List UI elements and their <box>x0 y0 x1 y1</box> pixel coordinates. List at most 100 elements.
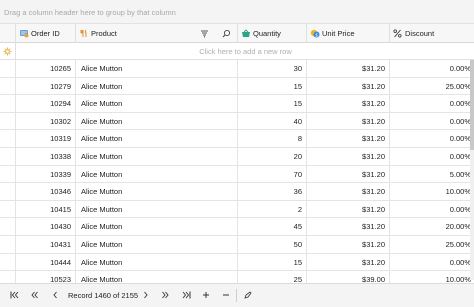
cell-order-id[interactable]: 10444 <box>16 253 76 272</box>
cell-product[interactable]: Alice Mutton <box>76 112 238 131</box>
previous-record-button[interactable] <box>49 288 61 302</box>
cell-discount[interactable]: 0.00% <box>390 130 474 148</box>
cell-discount[interactable]: 0.00% <box>390 113 474 131</box>
cell-product[interactable]: Alice Mutton <box>76 165 238 184</box>
table-row[interactable]: 10431 Alice Mutton 50 $31.20 25.00% <box>0 235 474 254</box>
cell-unit-price[interactable]: $31.20 <box>307 77 390 96</box>
table-row[interactable]: 10430 Alice Mutton 45 $31.20 20.00% <box>0 218 474 236</box>
cell-product[interactable]: Alice Mutton <box>76 253 238 272</box>
cell-quantity[interactable]: 2 <box>238 200 307 219</box>
cell-product[interactable]: Alice Mutton <box>76 77 238 96</box>
table-row[interactable]: 10279 Alice Mutton 15 $31.20 25.00% <box>0 77 474 96</box>
edit-record-button[interactable] <box>242 288 254 302</box>
row-indicator[interactable] <box>0 235 16 254</box>
column-filter-icon[interactable] <box>200 29 209 40</box>
table-row[interactable]: 10265 Alice Mutton 30 $31.20 0.00% <box>0 60 474 78</box>
cell-product[interactable]: Alice Mutton <box>76 130 238 148</box>
cell-order-id[interactable]: 10431 <box>16 235 76 254</box>
cell-discount[interactable]: 0.00% <box>390 148 474 166</box>
row-indicator[interactable] <box>0 77 16 96</box>
cell-product[interactable]: Alice Mutton <box>76 200 238 219</box>
cell-unit-price[interactable]: $31.20 <box>307 60 390 78</box>
cell-unit-price[interactable]: $31.20 <box>307 253 390 272</box>
cell-order-id[interactable]: 10302 <box>16 112 76 131</box>
cell-quantity[interactable]: 20 <box>238 147 307 166</box>
scrollbar-thumb[interactable] <box>470 60 474 150</box>
cell-quantity[interactable]: 40 <box>238 112 307 131</box>
cell-order-id[interactable]: 10279 <box>16 77 76 96</box>
cell-discount[interactable]: 10.00% <box>390 183 474 201</box>
cell-quantity[interactable]: 15 <box>238 95 307 113</box>
table-row[interactable]: 10338 Alice Mutton 20 $31.20 0.00% <box>0 147 474 166</box>
cell-order-id[interactable]: 10346 <box>16 183 76 201</box>
cell-order-id[interactable]: 10338 <box>16 147 76 166</box>
cell-order-id[interactable]: 10265 <box>16 60 76 78</box>
last-record-button[interactable] <box>180 288 192 302</box>
cell-unit-price[interactable]: $31.20 <box>307 147 390 166</box>
cell-discount[interactable]: 0.00% <box>390 60 474 78</box>
cell-discount[interactable]: 0.00% <box>390 254 474 272</box>
row-indicator[interactable] <box>0 253 16 272</box>
cell-quantity[interactable]: 70 <box>238 165 307 184</box>
table-row[interactable]: 10415 Alice Mutton 2 $31.20 0.00% <box>0 200 474 219</box>
cell-discount[interactable]: 5.00% <box>390 166 474 184</box>
column-header-product[interactable]: Product <box>76 24 238 43</box>
cell-unit-price[interactable]: $31.20 <box>307 235 390 254</box>
next-page-button[interactable] <box>159 288 171 302</box>
cell-product[interactable]: Alice Mutton <box>76 95 238 113</box>
search-icon[interactable] <box>222 29 231 40</box>
next-record-button[interactable] <box>140 288 152 302</box>
cell-unit-price[interactable]: $31.20 <box>307 218 390 236</box>
column-header-discount[interactable]: Discount <box>390 24 474 43</box>
cell-order-id[interactable]: 10415 <box>16 200 76 219</box>
cell-discount[interactable]: 0.00% <box>390 201 474 219</box>
cell-quantity[interactable]: 30 <box>238 60 307 78</box>
row-indicator[interactable] <box>0 165 16 184</box>
delete-record-button[interactable] <box>220 288 232 302</box>
new-row[interactable]: Click here to add a new row <box>0 43 474 60</box>
cell-discount[interactable]: 25.00% <box>390 78 474 96</box>
cell-quantity[interactable]: 50 <box>238 235 307 254</box>
row-indicator[interactable] <box>0 112 16 131</box>
table-row[interactable]: 10294 Alice Mutton 15 $31.20 0.00% <box>0 95 474 113</box>
table-row[interactable]: 10339 Alice Mutton 70 $31.20 5.00% <box>0 165 474 184</box>
row-indicator[interactable] <box>0 147 16 166</box>
cell-discount[interactable]: 25.00% <box>390 236 474 254</box>
table-row[interactable]: 10319 Alice Mutton 8 $31.20 0.00% <box>0 130 474 148</box>
cell-discount[interactable]: 0.00% <box>390 95 474 113</box>
row-indicator[interactable] <box>0 60 16 78</box>
vertical-scrollbar[interactable] <box>470 60 474 280</box>
row-indicator[interactable] <box>0 200 16 219</box>
cell-product[interactable]: Alice Mutton <box>76 60 238 78</box>
cell-unit-price[interactable]: $31.20 <box>307 165 390 184</box>
cell-unit-price[interactable]: $31.20 <box>307 183 390 201</box>
row-indicator[interactable] <box>0 130 16 148</box>
row-indicator[interactable] <box>0 218 16 236</box>
add-record-button[interactable] <box>200 288 212 302</box>
cell-order-id[interactable]: 10339 <box>16 165 76 184</box>
cell-quantity[interactable]: 36 <box>238 183 307 201</box>
cell-order-id[interactable]: 10319 <box>16 130 76 148</box>
group-panel[interactable]: Drag a column header here to group by th… <box>0 0 474 24</box>
cell-unit-price[interactable]: $31.20 <box>307 112 390 131</box>
first-record-button[interactable] <box>8 288 20 302</box>
column-header-unit-price[interactable]: $ Unit Price <box>307 24 390 43</box>
row-indicator[interactable] <box>0 95 16 113</box>
column-header-order-id[interactable]: Order ID <box>16 24 76 43</box>
table-row[interactable]: 10444 Alice Mutton 15 $31.20 0.00% <box>0 253 474 272</box>
cell-unit-price[interactable]: $31.20 <box>307 95 390 113</box>
cell-order-id[interactable]: 10294 <box>16 95 76 113</box>
column-header-quantity[interactable]: Quantity <box>238 24 307 43</box>
cell-unit-price[interactable]: $31.20 <box>307 200 390 219</box>
table-row[interactable]: 10302 Alice Mutton 40 $31.20 0.00% <box>0 112 474 131</box>
cell-product[interactable]: Alice Mutton <box>76 235 238 254</box>
cell-product[interactable]: Alice Mutton <box>76 147 238 166</box>
cell-product[interactable]: Alice Mutton <box>76 183 238 201</box>
row-indicator[interactable] <box>0 183 16 201</box>
cell-quantity[interactable]: 45 <box>238 218 307 236</box>
cell-discount[interactable]: 20.00% <box>390 218 474 236</box>
table-row[interactable]: 10346 Alice Mutton 36 $31.20 10.00% <box>0 183 474 201</box>
previous-page-button[interactable] <box>28 288 40 302</box>
cell-quantity[interactable]: 8 <box>238 130 307 148</box>
cell-quantity[interactable]: 15 <box>238 77 307 96</box>
